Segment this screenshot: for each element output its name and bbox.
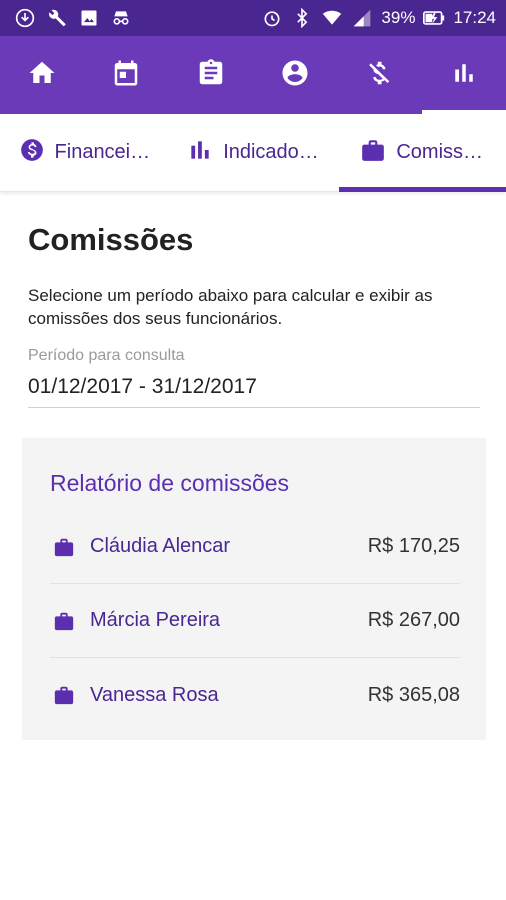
commission-value: R$ 170,25 (367, 535, 460, 557)
nav-bar-chart[interactable] (421, 36, 506, 114)
briefcase-icon (360, 137, 386, 169)
employee-name: Cláudia Alencar (90, 535, 231, 557)
tab-comissoes-label: Comiss… (396, 141, 484, 163)
account-icon (280, 58, 310, 92)
top-navigation (0, 36, 506, 114)
calendar-icon (111, 58, 141, 92)
employee-name: Vanessa Rosa (90, 683, 219, 706)
bar-chart-icon (449, 58, 479, 92)
tab-financeiro[interactable]: Financei… (0, 114, 169, 191)
incognito-icon (110, 7, 132, 29)
list-item[interactable]: Vanessa Rosa R$ 365,08 (50, 658, 460, 732)
bar-chart-icon (187, 137, 213, 169)
download-icon (14, 7, 36, 29)
period-field-label: Período para consulta (28, 347, 185, 364)
tab-indicadores-label: Indicado… (223, 141, 319, 163)
signal-icon (351, 7, 373, 29)
bluetooth-icon (291, 7, 313, 29)
tab-comissoes[interactable]: Comiss… (337, 114, 506, 192)
image-icon (78, 7, 100, 29)
nav-money-off[interactable] (337, 36, 421, 114)
status-bar: 39% 17:24 (0, 0, 506, 36)
battery-charging-icon (423, 7, 445, 29)
briefcase-icon (52, 609, 76, 633)
page-description: Selecione um período abaixo para calcula… (28, 286, 433, 328)
battery-percent: 39% (381, 8, 416, 27)
home-icon (27, 58, 57, 92)
tab-financeiro-label: Financei… (54, 141, 151, 163)
sub-tabs: Financei… Indicado… Comiss… (0, 114, 506, 192)
tab-indicadores[interactable]: Indicado… (169, 114, 338, 191)
wrench-icon (46, 7, 68, 29)
list-item[interactable]: Cláudia Alencar R$ 170,25 (50, 510, 460, 584)
page-title: Comissões (28, 222, 194, 257)
clipboard-icon (196, 58, 226, 92)
nav-calendar[interactable] (84, 36, 168, 114)
employee-name: Márcia Pereira (90, 609, 221, 631)
commission-value: R$ 267,00 (367, 609, 460, 631)
list-item[interactable]: Márcia Pereira R$ 267,00 (50, 584, 460, 658)
briefcase-icon (52, 683, 76, 707)
period-input[interactable]: 01/12/2017 - 31/12/2017 (28, 372, 480, 408)
dollar-circle-icon (19, 137, 45, 169)
clock: 17:24 (453, 8, 496, 27)
commission-value: R$ 365,08 (367, 683, 460, 706)
alarm-icon (261, 7, 283, 29)
nav-clipboard[interactable] (169, 36, 253, 114)
commission-report-card: Relatório de comissões Cláudia Alencar R… (22, 438, 486, 740)
briefcase-icon (52, 535, 76, 559)
money-off-icon (364, 58, 394, 92)
wifi-icon (321, 7, 343, 29)
report-list: Cláudia Alencar R$ 170,25 Márcia Pereira… (50, 510, 460, 732)
nav-account[interactable] (253, 36, 337, 114)
report-title: Relatório de comissões (50, 470, 290, 496)
nav-home[interactable] (0, 36, 84, 114)
